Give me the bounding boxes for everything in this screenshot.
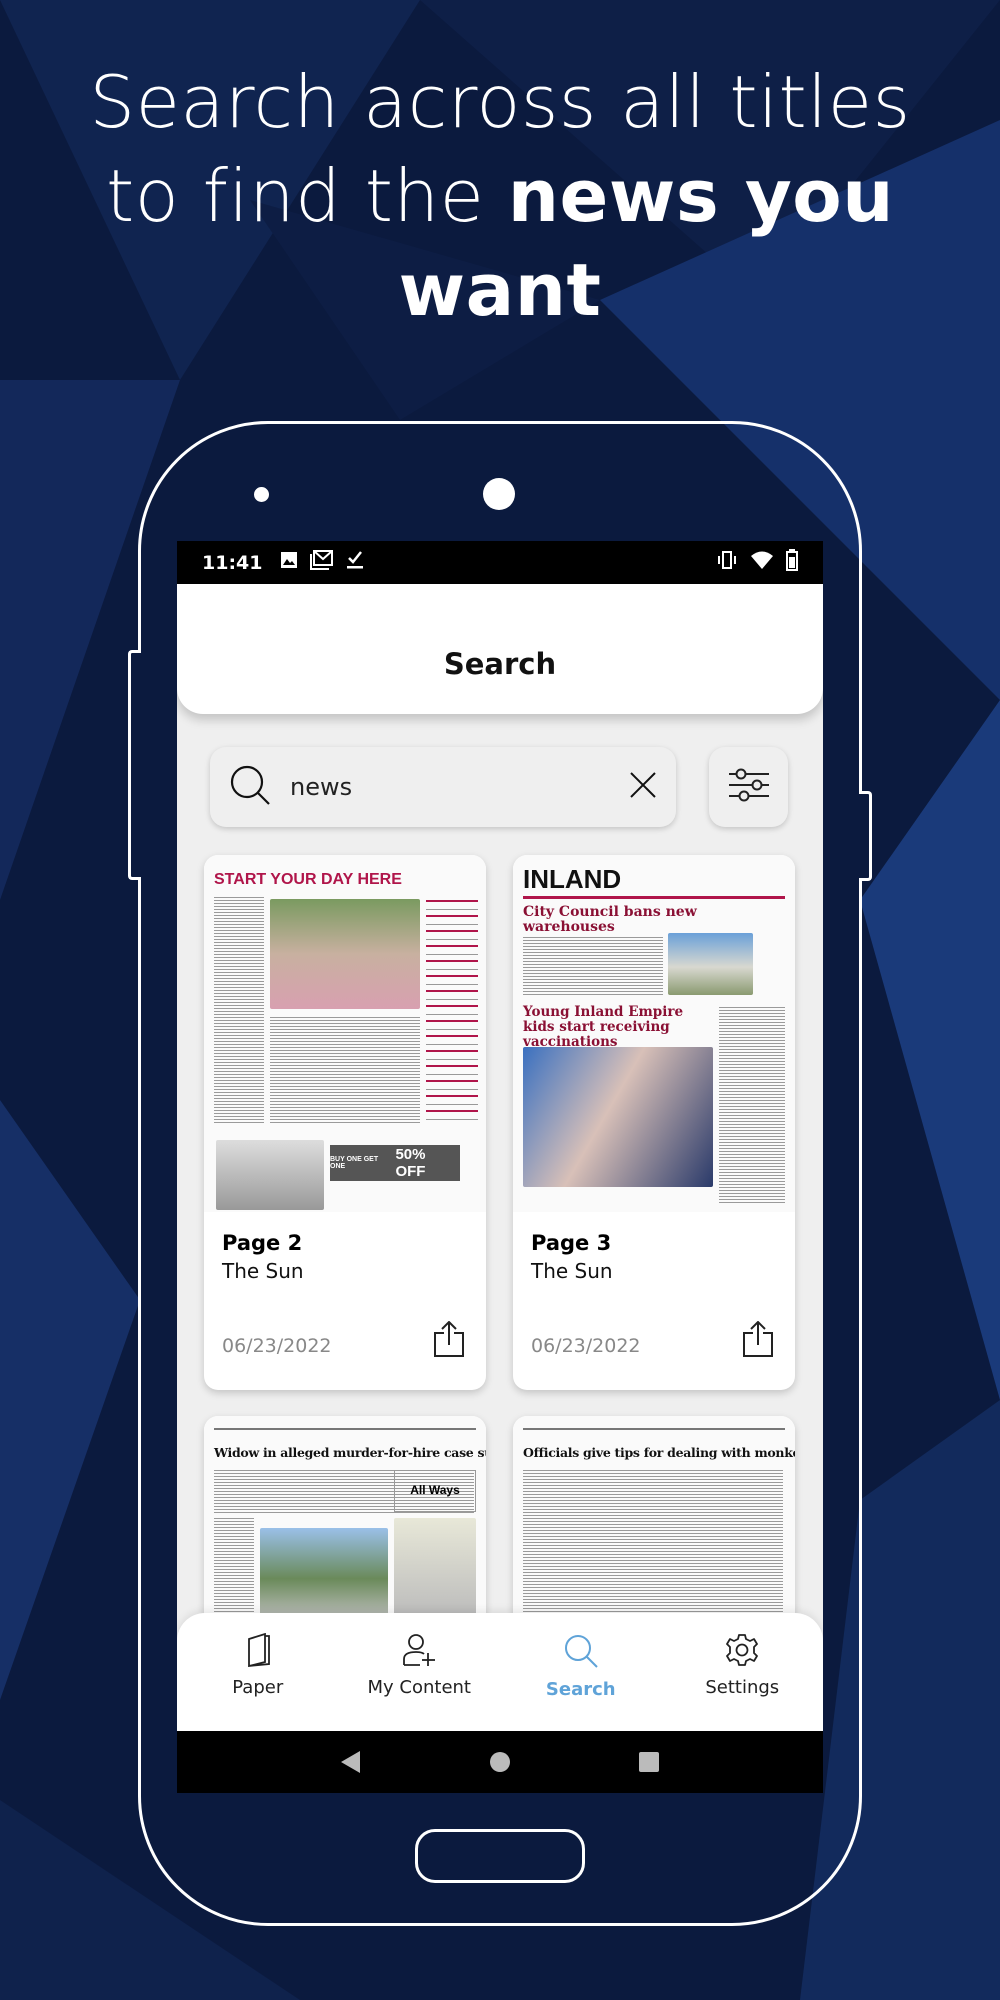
close-icon[interactable] — [628, 770, 658, 804]
app-screen: 11:41 Search news START YOUR DAY HERE BU… — [177, 541, 823, 1793]
gmail-icon — [310, 550, 334, 575]
nav-label: Paper — [232, 1677, 284, 1698]
thumb-banner: START YOUR DAY HERE — [214, 871, 402, 888]
thumb-ad: All Ways — [394, 1470, 476, 1512]
thumb-headline: Widow in alleged murder-for-hire case su… — [214, 1445, 486, 1460]
image-icon — [280, 551, 298, 574]
share-icon[interactable] — [743, 1320, 773, 1361]
download-done-icon — [346, 550, 364, 575]
gear-icon — [726, 1634, 759, 1666]
nav-label: My Content — [367, 1677, 472, 1698]
share-icon[interactable] — [434, 1320, 464, 1361]
phone-side-button-left — [128, 650, 141, 880]
back-icon[interactable] — [340, 1750, 362, 1774]
status-bar: 11:41 — [177, 541, 823, 584]
nav-label: Settings — [705, 1677, 780, 1698]
publication-name: The Sun — [531, 1259, 613, 1283]
nav-settings[interactable]: Settings — [662, 1613, 824, 1731]
nav-my-content[interactable]: My Content — [339, 1613, 501, 1731]
thumb-ad-top: BUY ONE GET ONE — [330, 1156, 379, 1170]
home-icon[interactable] — [489, 1751, 511, 1773]
thumb-headline: Officials give tips for dealing with mon… — [523, 1445, 795, 1460]
search-query[interactable]: news — [290, 773, 628, 801]
issue-date: 06/23/2022 — [531, 1335, 641, 1357]
search-input[interactable]: news — [210, 747, 676, 827]
nav-paper[interactable]: Paper — [177, 1613, 339, 1731]
result-card[interactable]: START YOUR DAY HERE BUY ONE GET ONE 50% O… — [204, 855, 486, 1390]
promo-headline: Search across all titles to find the new… — [0, 55, 1000, 337]
app-header: Search — [177, 584, 823, 714]
issue-date: 06/23/2022 — [222, 1335, 332, 1357]
search-icon — [228, 763, 272, 811]
page-title: Search — [443, 647, 557, 681]
vibrate-icon — [716, 551, 738, 574]
page-number: Page 2 — [222, 1231, 303, 1255]
recents-icon[interactable] — [638, 1751, 660, 1773]
headline-line-2-bold: news you — [507, 154, 894, 238]
thumb-headline-2: Young Inland Empire kids start receiving… — [523, 1004, 684, 1050]
phone-camera — [483, 478, 515, 510]
wifi-icon — [750, 550, 774, 575]
page-thumbnail[interactable]: INLAND City Council bans new warehouses … — [513, 855, 795, 1212]
bottom-nav: Paper My Content Search Settings — [177, 1613, 823, 1731]
search-icon — [564, 1635, 598, 1668]
page-number: Page 3 — [531, 1231, 612, 1255]
user-plus-icon — [403, 1634, 436, 1666]
headline-line-3: want — [398, 248, 602, 332]
thumb-masthead: INLAND — [523, 864, 622, 894]
filter-button[interactable] — [709, 747, 788, 827]
system-nav-bar — [177, 1731, 823, 1793]
phone-sensor — [254, 487, 269, 502]
headline-line-2: to find the — [106, 154, 508, 238]
headline-line-1: Search across all titles — [89, 60, 911, 144]
page-thumbnail[interactable]: START YOUR DAY HERE BUY ONE GET ONE 50% O… — [204, 855, 486, 1212]
result-card[interactable]: INLAND City Council bans new warehouses … — [513, 855, 795, 1390]
book-icon — [247, 1633, 270, 1667]
battery-icon — [786, 549, 798, 576]
nav-search[interactable]: Search — [500, 1613, 662, 1731]
phone-home-button — [415, 1829, 585, 1883]
thumb-ad: 50% OFF — [395, 1146, 426, 1180]
thumb-headline: City Council bans new warehouses — [523, 903, 697, 935]
status-time: 11:41 — [202, 551, 263, 574]
phone-side-button-right — [859, 791, 872, 881]
publication-name: The Sun — [222, 1259, 304, 1283]
sliders-icon — [728, 768, 770, 806]
nav-label: Search — [545, 1679, 616, 1700]
